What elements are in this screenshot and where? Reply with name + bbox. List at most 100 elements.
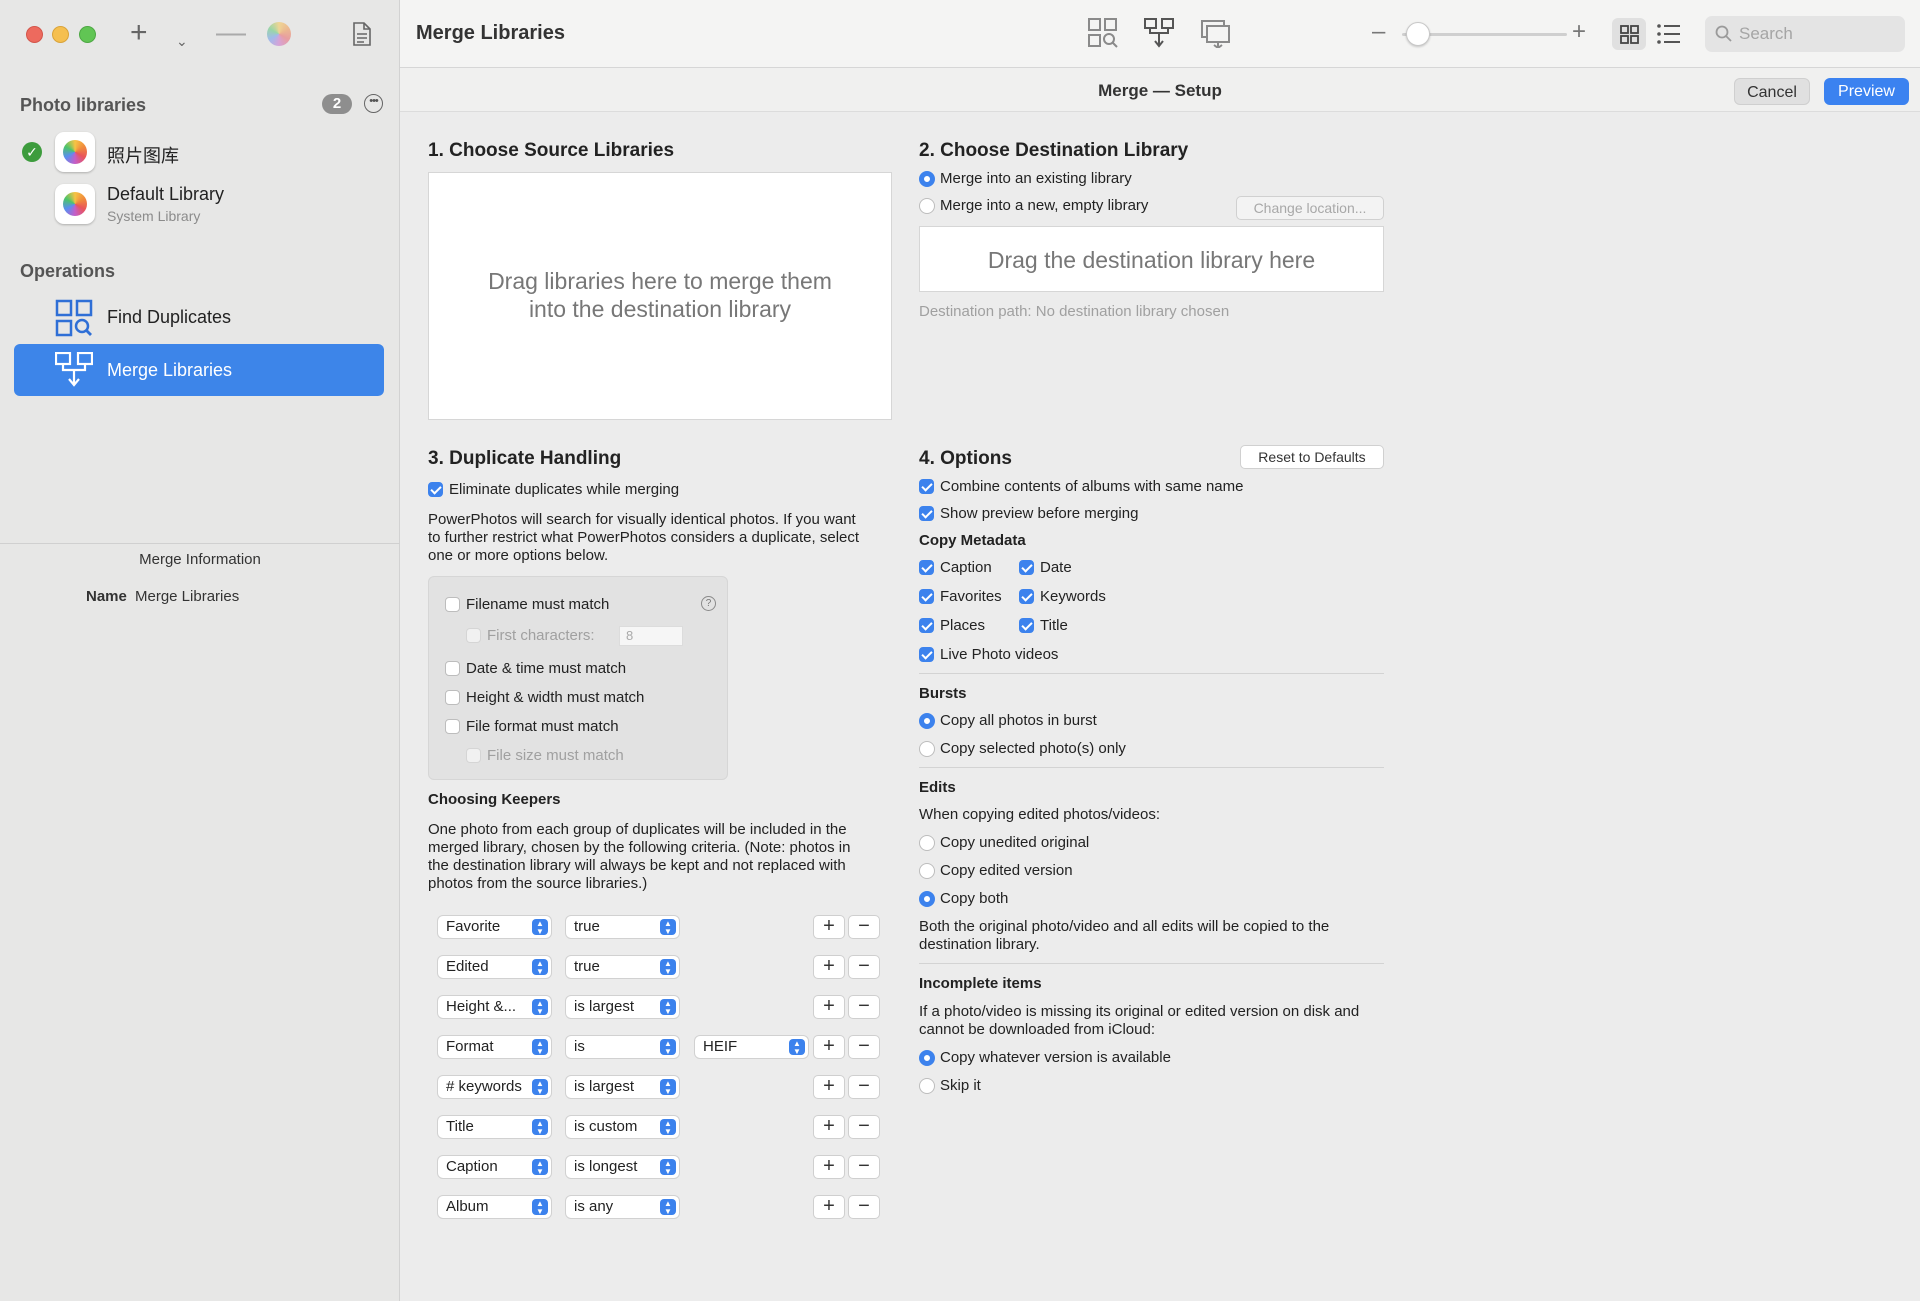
minimize-window-button[interactable] xyxy=(52,26,69,43)
remove-rule-button[interactable]: − xyxy=(848,955,880,979)
height-width-match-checkbox[interactable] xyxy=(445,690,460,705)
zoom-in-icon[interactable]: + xyxy=(1572,18,1586,46)
grid-view-button[interactable] xyxy=(1612,18,1646,50)
remove-rule-button[interactable]: − xyxy=(848,1035,880,1059)
more-options-icon[interactable]: ••• xyxy=(364,94,383,113)
remove-rule-button[interactable]: − xyxy=(848,1075,880,1099)
library-item-photos[interactable]: ✓ 照片图库 xyxy=(0,132,400,176)
datetime-match-checkbox[interactable] xyxy=(445,661,460,676)
places-checkbox[interactable] xyxy=(919,618,934,633)
sidebar-item-label: Find Duplicates xyxy=(107,307,232,327)
rule-field-select[interactable]: Album ▲ ▼ xyxy=(438,1196,551,1218)
zoom-out-icon[interactable]: – xyxy=(1372,18,1385,46)
add-library-button[interactable]: + xyxy=(130,18,148,48)
help-icon[interactable]: ? xyxy=(701,596,716,611)
rule-field-select[interactable]: Edited ▲ ▼ xyxy=(438,956,551,978)
filename-match-checkbox[interactable] xyxy=(445,597,460,612)
rule-operator-select[interactable]: is longest ▲ ▼ xyxy=(566,1156,679,1178)
remove-rule-button[interactable]: − xyxy=(848,915,880,939)
add-rule-button[interactable]: + xyxy=(813,915,845,939)
rule-field-select[interactable]: Height &... ▲ ▼ xyxy=(438,996,551,1018)
copy-photos-icon[interactable] xyxy=(1200,18,1230,48)
grid-icon xyxy=(1620,25,1639,44)
add-rule-button[interactable]: + xyxy=(813,1035,845,1059)
search-icon xyxy=(1715,25,1732,42)
rule-operator-value: is longest xyxy=(574,1158,638,1175)
combine-albums-checkbox[interactable] xyxy=(919,479,934,494)
sidebar-item-merge-libraries[interactable]: Merge Libraries xyxy=(14,344,384,396)
caption-checkbox[interactable] xyxy=(919,560,934,575)
add-rule-button[interactable]: + xyxy=(813,955,845,979)
file-size-match-checkbox[interactable] xyxy=(466,748,481,763)
copy-unedited-radio[interactable] xyxy=(919,835,935,851)
add-rule-button[interactable]: + xyxy=(813,1195,845,1219)
change-location-button[interactable]: Change location... xyxy=(1236,196,1384,220)
remove-rule-button[interactable]: − xyxy=(848,995,880,1019)
document-icon[interactable] xyxy=(352,22,372,46)
rule-operator-select[interactable]: is any ▲ ▼ xyxy=(566,1196,679,1218)
file-format-match-checkbox[interactable] xyxy=(445,719,460,734)
reset-defaults-button[interactable]: Reset to Defaults xyxy=(1240,445,1384,469)
rule-field-select[interactable]: Format ▲ ▼ xyxy=(438,1036,551,1058)
rule-operator-select[interactable]: is ▲ ▼ xyxy=(566,1036,679,1058)
search-input[interactable] xyxy=(1739,16,1899,52)
first-characters-input[interactable]: 8 xyxy=(619,626,683,646)
merge-existing-radio[interactable] xyxy=(919,171,935,187)
add-rule-button[interactable]: + xyxy=(813,1115,845,1139)
rule-field-select[interactable]: # keywords ▲ ▼ xyxy=(438,1076,551,1098)
copy-whatever-radio[interactable] xyxy=(919,1050,935,1066)
remove-rule-button[interactable]: − xyxy=(848,1195,880,1219)
add-rule-button[interactable]: + xyxy=(813,1155,845,1179)
preview-button[interactable]: Preview xyxy=(1824,78,1909,105)
rule-field-select[interactable]: Title ▲ ▼ xyxy=(438,1116,551,1138)
destination-drop-zone[interactable]: Drag the destination library here xyxy=(919,226,1384,292)
copy-both-radio[interactable] xyxy=(919,891,935,907)
chevron-updown-icon: ▲ ▼ xyxy=(789,1039,805,1056)
rule-operator-select[interactable]: is custom ▲ ▼ xyxy=(566,1116,679,1138)
merge-new-radio[interactable] xyxy=(919,198,935,214)
show-preview-checkbox[interactable] xyxy=(919,506,934,521)
search-field[interactable] xyxy=(1705,16,1905,52)
rule-operator-select[interactable]: is largest ▲ ▼ xyxy=(566,1076,679,1098)
add-rule-button[interactable]: + xyxy=(813,1075,845,1099)
remove-rule-button[interactable]: − xyxy=(848,1155,880,1179)
library-item-default[interactable]: Default Library System Library xyxy=(0,182,400,226)
remove-library-button[interactable]: — xyxy=(216,18,246,48)
close-window-button[interactable] xyxy=(26,26,43,43)
keywords-checkbox[interactable] xyxy=(1019,589,1034,604)
title-checkbox[interactable] xyxy=(1019,618,1034,633)
zoom-window-button[interactable] xyxy=(79,26,96,43)
source-drop-zone[interactable]: Drag libraries here to merge them into t… xyxy=(428,172,892,420)
rule-field-select[interactable]: Favorite ▲ ▼ xyxy=(438,916,551,938)
list-view-icon[interactable] xyxy=(1656,22,1682,46)
rule-field-value: Edited xyxy=(446,958,489,975)
copy-edited-radio[interactable] xyxy=(919,863,935,879)
favorites-checkbox[interactable] xyxy=(919,589,934,604)
merge-libraries-icon[interactable] xyxy=(1144,18,1174,48)
keepers-description: One photo from each group of duplicates … xyxy=(428,821,847,838)
skip-it-radio[interactable] xyxy=(919,1078,935,1094)
rule-operator-select[interactable]: true ▲ ▼ xyxy=(566,916,679,938)
rule-value-select[interactable]: HEIF ▲ ▼ xyxy=(695,1036,808,1058)
find-duplicates-icon[interactable] xyxy=(1088,18,1118,48)
add-rule-button[interactable]: + xyxy=(813,995,845,1019)
burst-all-radio[interactable] xyxy=(919,713,935,729)
sidebar-item-find-duplicates[interactable]: Find Duplicates xyxy=(14,291,384,343)
section-destination-title: 2. Choose Destination Library xyxy=(919,140,1189,161)
photos-app-icon[interactable] xyxy=(267,22,291,46)
rule-field-value: Favorite xyxy=(446,918,501,935)
zoom-slider-knob[interactable] xyxy=(1406,22,1430,46)
date-checkbox[interactable] xyxy=(1019,560,1034,575)
first-characters-checkbox[interactable] xyxy=(466,628,481,643)
cancel-button[interactable]: Cancel xyxy=(1734,78,1810,105)
rule-operator-select[interactable]: true ▲ ▼ xyxy=(566,956,679,978)
live-photo-checkbox[interactable] xyxy=(919,647,934,662)
eliminate-duplicates-checkbox[interactable] xyxy=(428,482,443,497)
rule-operator-select[interactable]: is largest ▲ ▼ xyxy=(566,996,679,1018)
copy-both-label: Copy both xyxy=(940,890,1009,907)
remove-rule-button[interactable]: − xyxy=(848,1115,880,1139)
rule-field-select[interactable]: Caption ▲ ▼ xyxy=(438,1156,551,1178)
chevron-down-icon[interactable]: ⌄ xyxy=(176,26,188,56)
checkmark-icon: ✓ xyxy=(22,142,42,162)
burst-selected-radio[interactable] xyxy=(919,741,935,757)
